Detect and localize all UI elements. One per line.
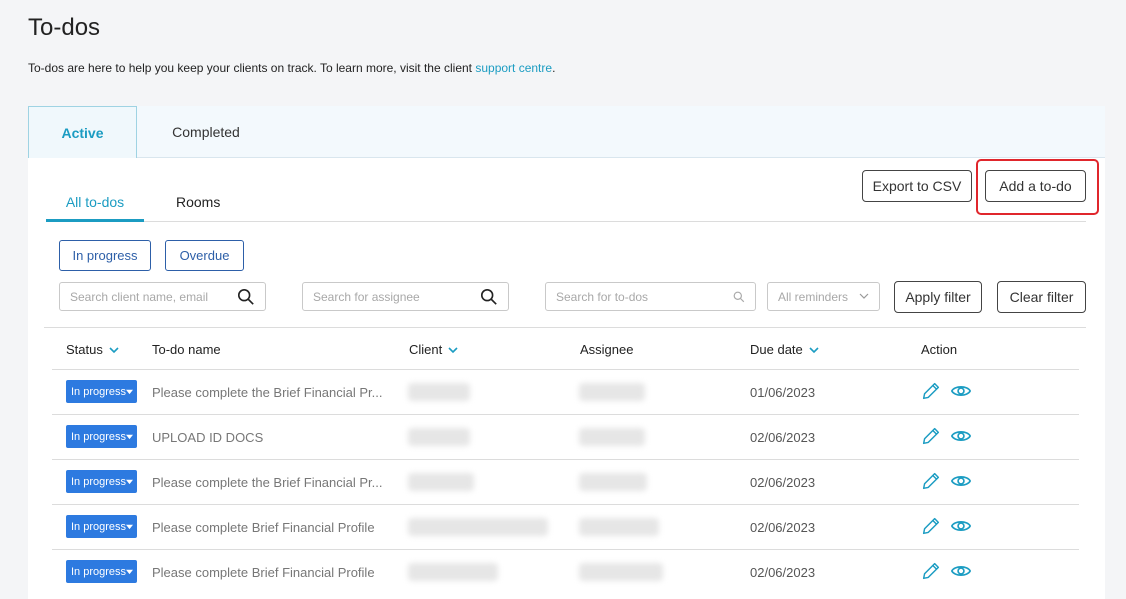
table-header: Status To-do name Client Assignee Due da… xyxy=(44,327,1086,370)
header-status[interactable]: Status xyxy=(66,342,119,357)
tab-completed[interactable]: Completed xyxy=(158,106,254,158)
chevron-down-icon xyxy=(448,346,458,353)
header-due-date-label: Due date xyxy=(750,342,803,357)
eye-icon[interactable] xyxy=(949,380,973,402)
status-badge-label: In progress xyxy=(71,430,127,443)
subtitle-text: To-dos are here to help you keep your cl… xyxy=(28,61,476,75)
todos-card: All to-dos Rooms Export to CSV Add a to-… xyxy=(28,158,1105,599)
table-row: In progress Please complete the Brief Fi… xyxy=(52,459,1079,504)
table-row: In progress Please complete the Brief Fi… xyxy=(52,369,1079,414)
search-icon[interactable] xyxy=(733,291,745,303)
caret-down-icon xyxy=(126,479,133,485)
assignee-name-redacted xyxy=(579,563,663,581)
client-name-redacted xyxy=(408,563,498,581)
status-badge-label: In progress xyxy=(71,520,127,533)
tab-active[interactable]: Active xyxy=(28,106,137,158)
header-todo-name: To-do name xyxy=(152,342,221,357)
todo-name[interactable]: Please complete the Brief Financial Pr..… xyxy=(152,385,384,400)
header-due-date[interactable]: Due date xyxy=(750,342,819,357)
page-title: To-dos xyxy=(28,14,101,41)
assignee-search-input[interactable] xyxy=(313,289,508,304)
status-badge-label: In progress xyxy=(71,475,127,488)
pencil-icon[interactable] xyxy=(920,380,942,402)
todo-search-input[interactable] xyxy=(556,289,755,304)
todo-name[interactable]: UPLOAD ID DOCS xyxy=(152,430,384,445)
table-row: In progress Please complete Brief Financ… xyxy=(52,504,1079,549)
header-client-label: Client xyxy=(409,342,443,357)
panel-tabs: Active Completed xyxy=(28,106,1105,158)
clear-filter-button[interactable]: Clear filter xyxy=(997,281,1086,313)
due-date: 01/06/2023 xyxy=(750,385,816,400)
todo-name[interactable]: Please complete Brief Financial Profile xyxy=(152,520,384,535)
filter-chip-in-progress[interactable]: In progress xyxy=(59,240,151,271)
client-name-redacted xyxy=(408,473,474,491)
assignee-name-redacted xyxy=(579,473,647,491)
header-assignee: Assignee xyxy=(580,342,633,357)
client-name-redacted xyxy=(408,428,470,446)
reminders-select[interactable]: All reminders xyxy=(767,282,880,311)
status-badge[interactable]: In progress xyxy=(66,515,137,538)
header-action: Action xyxy=(921,342,957,357)
pencil-icon[interactable] xyxy=(920,470,942,492)
due-date: 02/06/2023 xyxy=(750,520,816,535)
add-todo-button[interactable]: Add a to-do xyxy=(985,170,1086,202)
due-date: 02/06/2023 xyxy=(750,475,816,490)
status-badge[interactable]: In progress xyxy=(66,380,137,403)
header-todo-name-label: To-do name xyxy=(152,342,221,357)
search-icon[interactable] xyxy=(480,288,498,306)
header-client[interactable]: Client xyxy=(409,342,458,357)
todo-name[interactable]: Please complete Brief Financial Profile xyxy=(152,565,384,580)
due-date: 02/06/2023 xyxy=(750,430,816,445)
search-icon[interactable] xyxy=(237,288,255,306)
status-badge[interactable]: In progress xyxy=(66,470,137,493)
caret-down-icon xyxy=(126,389,133,395)
subtab-rooms[interactable]: Rooms xyxy=(176,194,220,222)
client-name-redacted xyxy=(408,383,470,401)
caret-down-icon xyxy=(126,434,133,440)
todo-name[interactable]: Please complete the Brief Financial Pr..… xyxy=(152,475,384,490)
page-subtitle: To-dos are here to help you keep your cl… xyxy=(28,61,555,75)
header-action-label: Action xyxy=(921,342,958,357)
assignee-name-redacted xyxy=(579,428,645,446)
caret-down-icon xyxy=(126,569,133,575)
chevron-down-icon xyxy=(809,346,819,353)
apply-filter-button[interactable]: Apply filter xyxy=(894,281,982,313)
status-badge[interactable]: In progress xyxy=(66,425,137,448)
status-badge-label: In progress xyxy=(71,565,127,578)
header-status-label: Status xyxy=(66,342,103,357)
pencil-icon[interactable] xyxy=(920,560,942,582)
client-name-redacted xyxy=(408,518,548,536)
pencil-icon[interactable] xyxy=(920,425,942,447)
eye-icon[interactable] xyxy=(949,425,973,447)
caret-down-icon xyxy=(126,524,133,530)
reminders-select-value: All reminders xyxy=(778,289,849,304)
pencil-icon[interactable] xyxy=(920,515,942,537)
chevron-down-icon xyxy=(859,293,869,299)
eye-icon[interactable] xyxy=(949,515,973,537)
header-assignee-label: Assignee xyxy=(580,342,634,357)
due-date: 02/06/2023 xyxy=(750,565,816,580)
status-badge[interactable]: In progress xyxy=(66,560,137,583)
eye-icon[interactable] xyxy=(949,470,973,492)
assignee-search xyxy=(302,282,509,311)
status-badge-label: In progress xyxy=(71,385,127,398)
eye-icon[interactable] xyxy=(949,560,973,582)
filter-chip-overdue[interactable]: Overdue xyxy=(165,240,244,271)
todo-search xyxy=(545,282,756,311)
client-search-input[interactable] xyxy=(70,289,265,304)
subtab-all-todos[interactable]: All to-dos xyxy=(46,194,144,222)
chevron-down-icon xyxy=(109,346,119,353)
table-row: In progress UPLOAD ID DOCS 02/06/2023 xyxy=(52,414,1079,459)
export-csv-button[interactable]: Export to CSV xyxy=(862,170,972,202)
subtitle-suffix: . xyxy=(552,61,556,75)
client-search xyxy=(59,282,266,311)
assignee-name-redacted xyxy=(579,518,659,536)
support-centre-link[interactable]: support centre xyxy=(475,61,552,75)
assignee-name-redacted xyxy=(579,383,645,401)
table-row: In progress Please complete Brief Financ… xyxy=(52,549,1079,594)
